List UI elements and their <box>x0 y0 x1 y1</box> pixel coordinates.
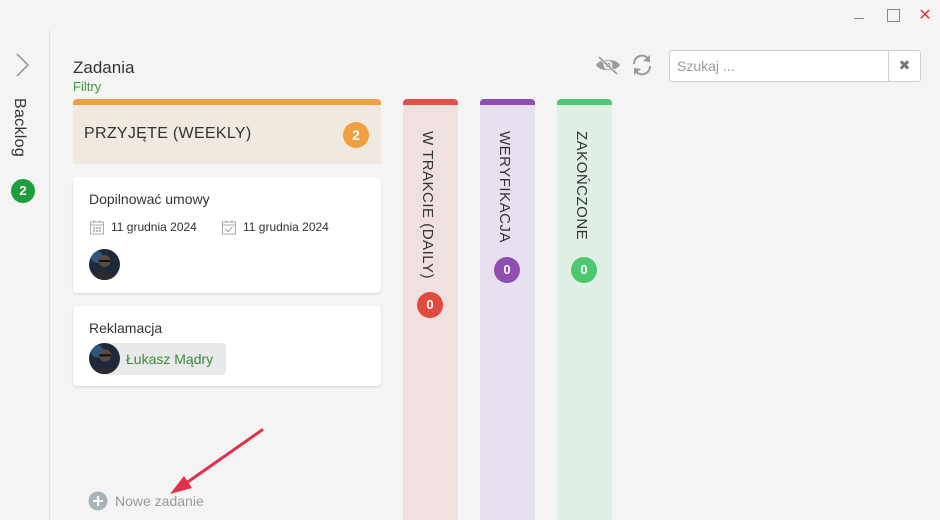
chevron-right-icon[interactable] <box>13 52 31 78</box>
annotation-arrow <box>170 428 264 494</box>
column-count-badge: 2 <box>343 122 369 148</box>
column-title: ZAKOŃCZONE <box>573 131 590 241</box>
column-in-progress-daily[interactable]: W TRAKCIE (DAILY) 0 <box>403 99 458 520</box>
assignee-chip[interactable]: Łukasz Mądry <box>89 343 226 375</box>
clear-search-button[interactable]: ✖ <box>888 51 920 81</box>
eye-hidden-icon[interactable] <box>594 54 622 76</box>
task-title: Dopilnować umowy <box>89 191 210 207</box>
column-verification[interactable]: WERYFIKACJA 0 <box>480 99 535 520</box>
due-date: 11 grudnia 2024 <box>221 218 329 236</box>
maximize-button[interactable] <box>884 6 902 24</box>
title-bar: ✕ <box>0 0 940 30</box>
calendar-icon <box>90 220 104 235</box>
task-title: Reklamacja <box>89 320 163 336</box>
column-header[interactable]: PRZYJĘTE (WEEKLY) 2 <box>73 99 381 164</box>
search-input[interactable] <box>670 51 889 81</box>
search-box: ✖ <box>669 50 921 82</box>
column-count-badge: 0 <box>494 257 520 283</box>
task-card[interactable]: Dopilnować umowy 11 grudnia 2024 11 grud… <box>73 177 381 293</box>
backlog-sidebar: Backlog 2 <box>0 30 50 520</box>
assignee-name: Łukasz Mądry <box>126 351 214 367</box>
avatar[interactable] <box>89 249 120 280</box>
task-card[interactable]: Reklamacja Łukasz Mądry <box>73 306 381 386</box>
column-count-badge: 0 <box>417 292 443 318</box>
column-title: W TRAKCIE (DAILY) <box>419 131 436 279</box>
start-date-text: 11 grudnia 2024 <box>111 220 197 234</box>
close-button[interactable]: ✕ <box>916 6 934 24</box>
refresh-icon[interactable] <box>630 53 654 77</box>
filters-link[interactable]: Filtry <box>73 79 101 94</box>
page-title: Zadania <box>73 58 135 77</box>
backlog-label[interactable]: Backlog <box>10 98 28 157</box>
column-count-badge: 0 <box>571 257 597 283</box>
column-title: PRZYJĘTE (WEEKLY) <box>84 125 252 142</box>
start-date: 11 grudnia 2024 <box>89 218 197 236</box>
calendar-check-icon <box>222 220 236 235</box>
plus-circle-icon <box>88 491 108 511</box>
due-date-text: 11 grudnia 2024 <box>243 220 329 234</box>
column-title: WERYFIKACJA <box>496 131 513 243</box>
minimize-button[interactable] <box>850 6 868 24</box>
column-completed[interactable]: ZAKOŃCZONE 0 <box>557 99 612 520</box>
backlog-count-badge: 2 <box>11 179 35 203</box>
avatar <box>89 343 120 374</box>
